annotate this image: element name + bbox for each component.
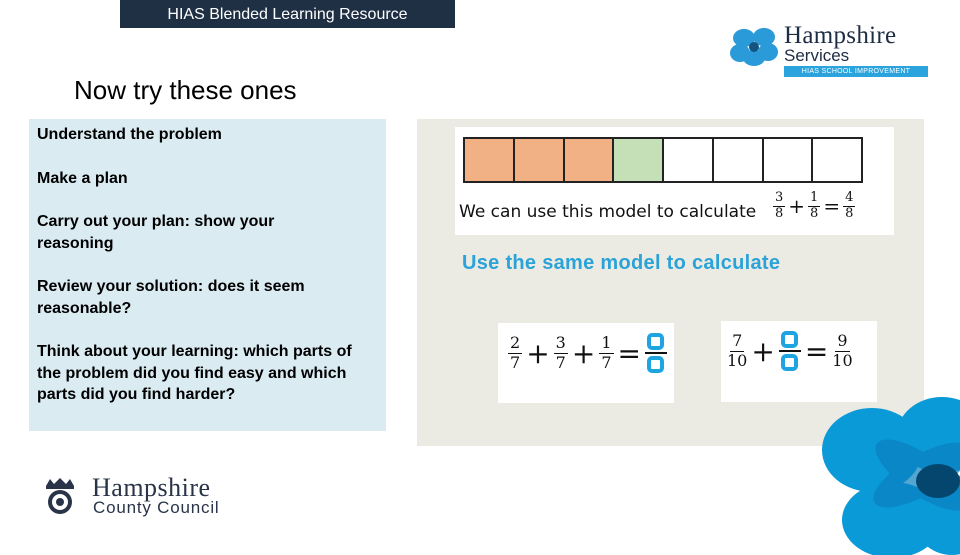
denominator: 8 (845, 205, 854, 221)
step-carry-out: Carry out your plan: show your reasoning (37, 213, 275, 252)
numerator: 1 (808, 190, 821, 207)
bar-model-cell (763, 139, 814, 181)
fraction: 9 10 (832, 331, 853, 370)
logo-subtitle: County Council (93, 498, 220, 517)
bar-model-cell (614, 139, 664, 181)
fraction-bar (644, 352, 667, 354)
fraction-bar (778, 350, 801, 352)
equals-sign: = (823, 194, 841, 219)
plus-sign: + (526, 336, 550, 370)
fraction: 18 (808, 190, 821, 222)
numerator: 7 (730, 331, 745, 352)
problem-2-equation: 7 10 + = 9 10 (727, 331, 853, 371)
bar-model-cell (514, 139, 565, 181)
fraction: 7 10 (727, 331, 748, 370)
bar-model-cell (713, 139, 764, 181)
numerator: 9 (835, 331, 850, 352)
fraction: 37 (553, 333, 568, 372)
denominator: 8 (810, 205, 819, 221)
answer-blank-fraction[interactable] (644, 333, 667, 373)
bar-model-cell (564, 139, 615, 181)
equals-sign: = (617, 336, 641, 370)
numerator: 1 (599, 333, 614, 354)
fraction: 27 (508, 333, 523, 372)
numerator: 3 (553, 333, 568, 354)
instruction-text: Use the same model to calculate (462, 252, 781, 274)
step-review: Review your solution: does it seem reaso… (37, 278, 305, 317)
model-caption: We can use this model to calculate (459, 202, 757, 222)
blank-denominator-box[interactable] (781, 354, 799, 371)
numerator: 2 (508, 333, 523, 354)
example-equation: 38 + 18 = 48 (773, 190, 856, 222)
fraction: 17 (599, 333, 614, 372)
crest-icon (46, 478, 74, 514)
denominator: 7 (601, 352, 612, 372)
hampshire-county-council-logo: Hampshire County Council (40, 474, 250, 524)
blank-denominator-box[interactable] (647, 356, 665, 373)
logo-subtitle: Services (784, 46, 850, 65)
bar-model-card: We can use this model to calculate 38 + … (455, 127, 894, 235)
numerator: 3 (773, 190, 786, 207)
slide-title: Now try these ones (74, 75, 297, 105)
bar-model-cell (813, 139, 861, 181)
blank-numerator-box[interactable] (647, 333, 665, 350)
problem-solving-steps: Understand the problem Make a plan Carry… (29, 119, 386, 431)
denominator: 10 (727, 350, 748, 370)
decorative-flower-icon (822, 397, 960, 555)
step-understand: Understand the problem (37, 126, 222, 143)
resource-banner: HIAS Blended Learning Resource (120, 0, 455, 28)
hampshire-services-logo: Hampshire Services HIAS SCHOOL IMPROVEME… (730, 22, 930, 80)
bar-model (463, 137, 863, 183)
bar-model-cell (664, 139, 714, 181)
step-plan: Make a plan (37, 169, 128, 187)
plus-sign: + (571, 336, 596, 370)
problem-1-card: 27 + 37 + 17 = (498, 323, 674, 403)
fraction: 38 (773, 190, 786, 222)
flower-icon (730, 28, 778, 66)
logo-tagline: HIAS SCHOOL IMPROVEMENT (784, 66, 928, 77)
fraction: 48 (843, 190, 856, 222)
plus-sign: + (788, 194, 806, 219)
missing-blank-fraction[interactable] (778, 331, 801, 371)
numerator: 4 (843, 190, 856, 207)
step-reflect: Think about your learning: which parts o… (37, 343, 352, 403)
problem-2-card: 7 10 + = 9 10 (721, 321, 877, 402)
denominator: 7 (555, 352, 566, 372)
plus-sign: + (751, 334, 775, 368)
blank-numerator-box[interactable] (781, 331, 799, 348)
bar-model-cell (465, 139, 515, 181)
denominator: 10 (832, 350, 853, 370)
equals-sign: = (804, 334, 829, 368)
denominator: 7 (510, 352, 521, 372)
denominator: 8 (775, 205, 784, 221)
problem-1-equation: 27 + 37 + 17 = (508, 333, 667, 373)
